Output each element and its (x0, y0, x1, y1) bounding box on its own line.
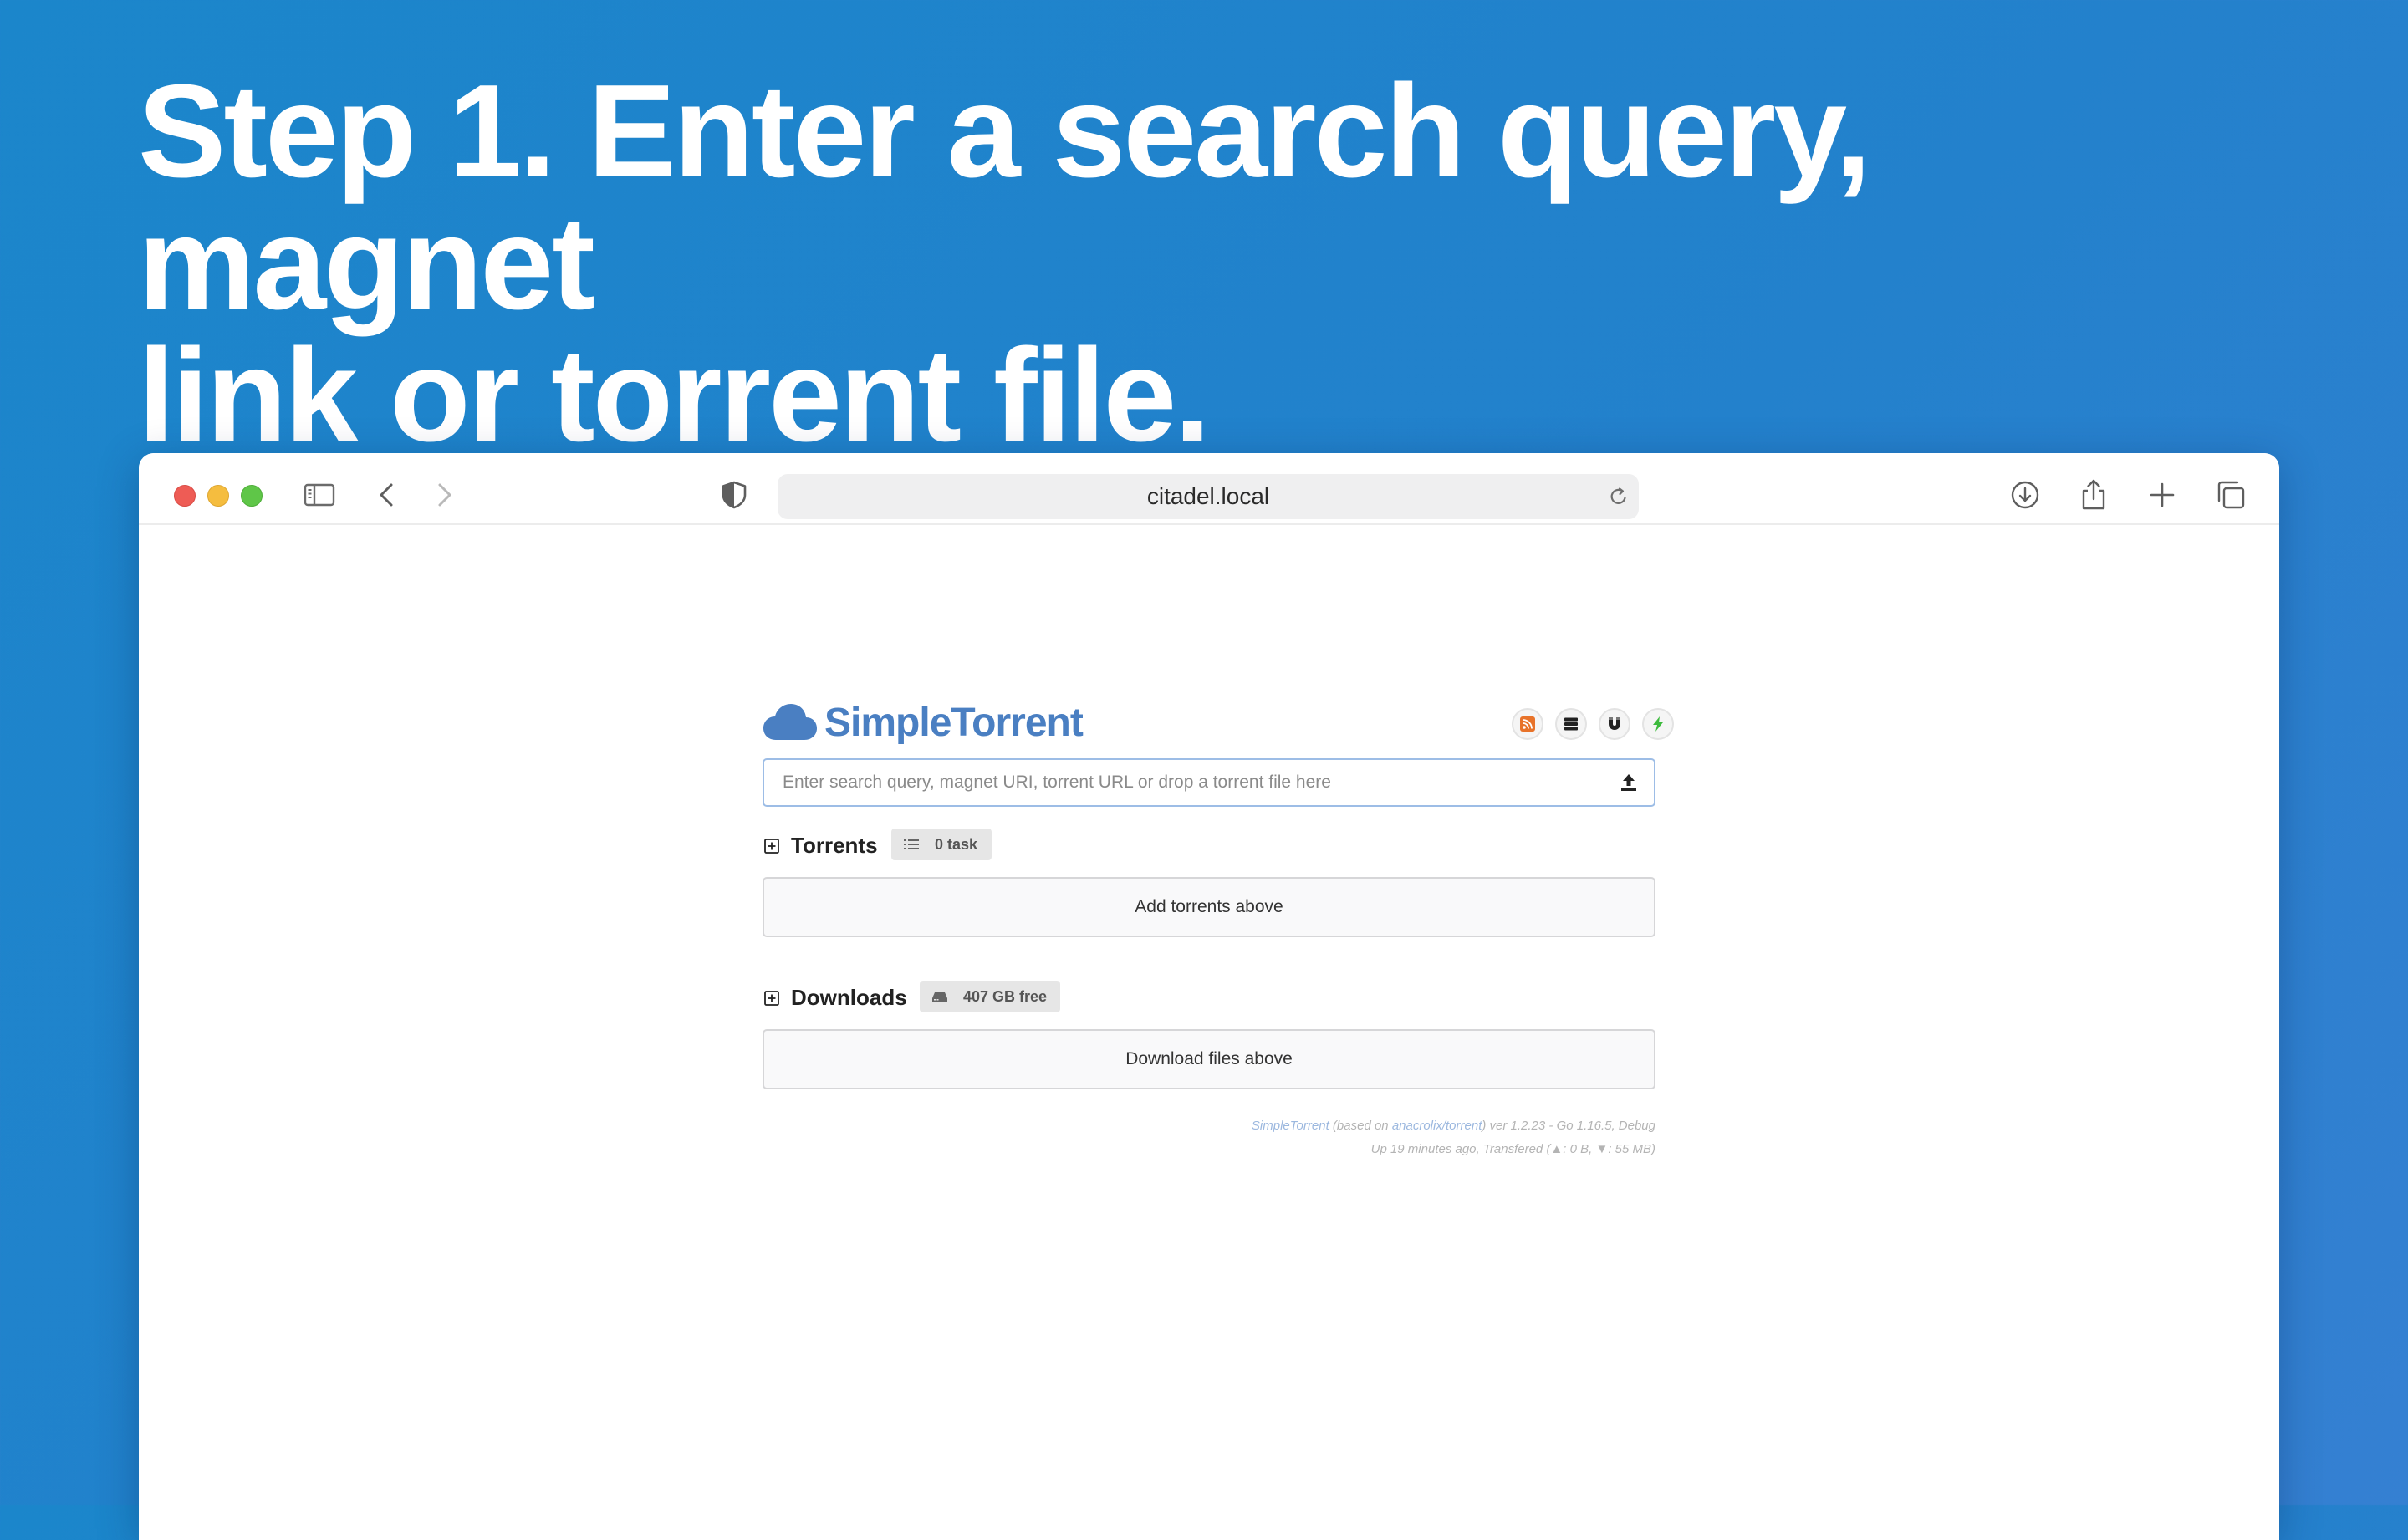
app-logo-text[interactable]: SimpleTorrent (824, 700, 1084, 747)
share-icon[interactable] (2077, 478, 2110, 512)
search-input[interactable] (766, 762, 1602, 803)
rss-icon (1520, 716, 1535, 732)
upload-icon[interactable] (1619, 773, 1639, 793)
bolt-button[interactable] (1642, 708, 1674, 740)
rss-button[interactable] (1512, 708, 1543, 740)
address-bar[interactable]: citadel.local (778, 474, 1639, 519)
list-icon (904, 839, 919, 849)
sidebar-icon[interactable] (303, 478, 336, 512)
browser-toolbar: citadel.local (139, 453, 2279, 525)
simpletorrent-app: SimpleTorrent Enter search query, magnet… (763, 698, 1674, 1233)
headline: Step 1. Enter a search query, magnet lin… (138, 65, 2354, 461)
download-icon[interactable] (2008, 478, 2042, 512)
torrents-title[interactable]: Torrents (791, 831, 878, 859)
torrents-empty-state: Add torrents above (763, 877, 1656, 937)
server-icon (1564, 717, 1578, 731)
bolt-icon (1653, 716, 1663, 732)
torrents-section-header: Torrents 0 task (763, 829, 1013, 862)
plus-square-icon[interactable] (764, 839, 779, 854)
torrents-task-count: 0 task (935, 836, 978, 853)
zoom-window-button[interactable] (241, 485, 263, 507)
hard-drive-icon (932, 992, 947, 1002)
chevron-right-icon[interactable] (426, 478, 460, 512)
headline-line-2: link or torrent file. (138, 322, 1211, 469)
search-box[interactable] (763, 758, 1656, 807)
based-on-prefix: (based on (1332, 1119, 1389, 1133)
app-link[interactable]: SimpleTorrent (1252, 1119, 1329, 1133)
chevron-left-icon[interactable] (371, 478, 405, 512)
disk-free-text: 407 GB free (963, 988, 1048, 1005)
library-link[interactable]: anacrolix/torrent (1392, 1119, 1482, 1133)
downloads-empty-state: Download files above (763, 1029, 1656, 1089)
footer-uptime: Up 19 minutes ago, Transfered (▲: 0 B, ▼… (1370, 1142, 1656, 1156)
footer-version: SimpleTorrent (based on anacrolix/torren… (1252, 1118, 1656, 1135)
version-info: ) ver 1.2.23 - Go 1.16.5, Debug (1482, 1119, 1656, 1133)
address-url[interactable]: citadel.local (778, 474, 1639, 519)
disk-free-badge: 407 GB free (920, 981, 1060, 1012)
reload-icon[interactable] (1607, 485, 1630, 508)
magnet-icon (1609, 717, 1620, 730)
downloads-title[interactable]: Downloads (791, 983, 907, 1012)
browser-window: citadel.local SimpleTorrent Enter search… (139, 453, 2279, 1540)
cloud-icon (763, 704, 817, 740)
torrents-task-badge: 0 task (891, 829, 992, 860)
minimize-window-button[interactable] (207, 485, 229, 507)
downloads-section-header: Downloads 407 GB free (763, 981, 1097, 1014)
close-window-button[interactable] (174, 485, 196, 507)
page-content: SimpleTorrent Enter search query, magnet… (139, 525, 2279, 1540)
magnet-button[interactable] (1599, 708, 1630, 740)
shield-icon[interactable] (717, 478, 751, 512)
server-button[interactable] (1555, 708, 1587, 740)
tabs-overview-icon[interactable] (2214, 478, 2247, 512)
headline-line-1: Step 1. Enter a search query, magnet (138, 58, 1871, 337)
plus-square-icon[interactable] (764, 991, 779, 1006)
plus-icon[interactable] (2145, 478, 2179, 512)
